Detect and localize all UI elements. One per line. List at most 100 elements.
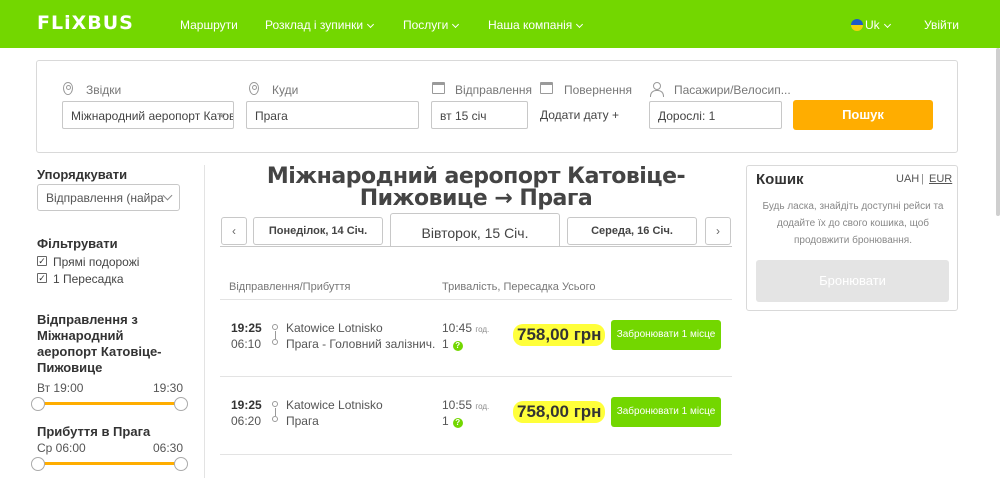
sidebar-divider [204, 165, 205, 478]
date-tab-monday[interactable]: Понеділок, 14 Січ. [253, 217, 383, 245]
departure-range-track [38, 402, 181, 405]
question-icon[interactable]: ? [452, 418, 463, 428]
book-seat-button[interactable]: Забронювати 1 місце [611, 397, 721, 427]
next-date-button[interactable]: › [705, 217, 731, 245]
flixbus-logo[interactable]: FLiXBUS [37, 12, 134, 34]
row-divider [220, 454, 732, 455]
route-line [274, 331, 276, 339]
arrival-range-max: 06:30 [153, 441, 184, 455]
currency-separator: | [921, 173, 924, 185]
arrival-time: 06:20 [231, 414, 262, 428]
nav-schedule[interactable]: Розклад і зупинки [265, 18, 375, 32]
sort-select[interactable]: Відправлення (найра [37, 184, 180, 211]
departure-stop-dot [272, 401, 278, 407]
arrival-stop-dot [272, 339, 278, 345]
language-selector[interactable]: Uk [851, 18, 891, 32]
departure-station[interactable]: Katowice Lotnisko [286, 398, 436, 412]
col-total: Усього [562, 281, 596, 293]
row-divider [220, 299, 732, 300]
chevron-down-icon [367, 20, 375, 29]
chevron-down-icon [576, 20, 584, 29]
cart-message: Будь ласка, знайдіть доступні рейси та д… [762, 201, 944, 246]
arrival-stop-dot [272, 416, 278, 422]
one-transfer-label: 1 Пересадка [53, 272, 124, 286]
from-input[interactable]: Міжнародний аеропорт Катовіце-Пижовице [62, 101, 234, 129]
chevron-down-icon [883, 20, 891, 29]
trip-duration: 10:55 год. [442, 398, 489, 412]
chevron-right-icon: › [716, 224, 720, 238]
transfer-count: 1? [442, 337, 463, 351]
arrival-station[interactable]: Прага [286, 414, 436, 428]
departure-range-max-handle[interactable] [174, 397, 188, 411]
nav-schedule-label: Розклад і зупинки [265, 18, 364, 32]
arrival-time: 06:10 [231, 337, 262, 351]
login-link[interactable]: Увійти [924, 18, 959, 32]
currency-eur[interactable]: EUR [929, 173, 952, 185]
passengers-input[interactable]: Дорослі: 1 [649, 101, 782, 129]
route-title: Міжнародний аеропорт Катовіце-Пижовице →… [266, 164, 686, 211]
row-divider [220, 376, 732, 377]
direct-trips-checkbox[interactable]: ✓ [37, 256, 47, 266]
duration-unit: год. [475, 402, 490, 411]
duration-value: 10:45 [442, 321, 473, 335]
departure-stop-dot [272, 324, 278, 330]
nav-company-label: Наша компанія [488, 18, 573, 32]
sort-title: Упорядкувати [37, 167, 128, 182]
clear-icon[interactable]: ✕ [217, 110, 226, 123]
departure-date-input[interactable]: вт 15 січ [431, 101, 528, 129]
departure-station[interactable]: Katowice Lotnisko [286, 321, 436, 335]
date-tab-wednesday[interactable]: Середа, 16 Січ. [567, 217, 697, 245]
book-button[interactable]: Бронювати [756, 260, 949, 302]
filter-title: Фільтрувати [37, 236, 118, 251]
direct-trips-label: Прямі подорожі [53, 255, 140, 269]
arrival-range-min: Ср 06:00 [37, 441, 86, 455]
ride-price: 758,00 грн [513, 401, 606, 423]
transfer-count: 1? [442, 414, 463, 428]
arrival-range-max-handle[interactable] [174, 457, 188, 471]
book-seat-button[interactable]: Забронювати 1 місце [611, 320, 721, 350]
departure-range-title: Відправлення з Міжнародний аеропорт Като… [37, 312, 162, 375]
arrival-station[interactable]: Прага - Головний залізнич... [286, 337, 436, 351]
chevron-left-icon: ‹ [232, 224, 236, 238]
top-navbar: FLiXBUS Маршрути Розклад і зупинки Послу… [0, 0, 1000, 48]
duration-value: 10:55 [442, 398, 473, 412]
arrival-range-track [38, 462, 181, 465]
language-label: Uk [865, 18, 880, 32]
calendar-icon [540, 82, 553, 94]
to-label: Куди [272, 83, 299, 97]
one-transfer-checkbox[interactable]: ✓ [37, 273, 47, 283]
departure-time: 19:25 [231, 398, 262, 412]
calendar-icon [432, 82, 445, 94]
question-icon[interactable]: ? [452, 341, 463, 351]
arrival-range-title: Прибуття в Прага [37, 424, 151, 439]
chevron-down-icon [162, 190, 173, 201]
currency-uah[interactable]: UAH [896, 173, 919, 185]
col-times: Відправлення/Прибуття [229, 281, 351, 293]
return-label: Повернення [564, 83, 632, 97]
departure-range-min: Вт 19:00 [37, 381, 84, 395]
page-scrollbar[interactable] [996, 48, 1000, 216]
sort-select-value: Відправлення (найра [46, 191, 164, 205]
departure-label: Відправлення [455, 83, 533, 97]
to-input[interactable]: Прага [246, 101, 419, 129]
trip-duration: 10:45 год. [442, 321, 489, 335]
passenger-icon [650, 82, 664, 97]
add-return-date-button[interactable]: Додати дату + [540, 108, 619, 122]
departure-range-min-handle[interactable] [31, 397, 45, 411]
prev-date-button[interactable]: ‹ [221, 217, 247, 245]
arrival-range-min-handle[interactable] [31, 457, 45, 471]
date-tab-tuesday[interactable]: Вівторок, 15 Січ. [390, 213, 560, 247]
tabs-baseline [220, 246, 732, 247]
departure-time: 19:25 [231, 321, 262, 335]
nav-services[interactable]: Послуги [403, 18, 460, 32]
ride-price: 758,00 грн [513, 324, 606, 346]
chevron-down-icon [452, 20, 460, 29]
col-duration: Тривалість, Пересадка [442, 281, 559, 293]
from-label: Звідки [86, 83, 122, 97]
passengers-label: Пасажири/Велосип... [674, 83, 791, 97]
nav-routes-label: Маршрути [180, 18, 238, 32]
ukraine-flag-icon [851, 19, 863, 31]
search-button[interactable]: Пошук [793, 100, 933, 130]
nav-routes[interactable]: Маршрути [180, 18, 238, 32]
nav-company[interactable]: Наша компанія [488, 18, 584, 32]
